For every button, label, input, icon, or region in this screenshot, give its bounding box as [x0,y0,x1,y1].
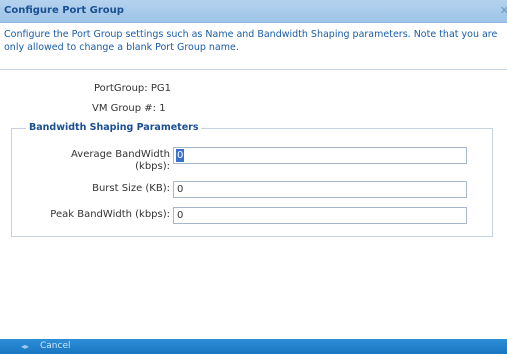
average-bandwidth-label: Average BandWidth (kbps): [30,149,170,173]
cancel-button[interactable]: Cancel [40,341,71,351]
vm-group-row: VM Group #: 1 [92,103,166,114]
peak-bandwidth-label: Peak BandWidth (kbps): [50,209,170,220]
close-icon[interactable]: ✕ [500,4,507,17]
vm-group-value: 1 [159,103,166,114]
dialog-title-bar: Configure Port Group ✕ [0,0,507,23]
burst-size-label: Burst Size (KB): [92,183,170,194]
average-bandwidth-selected-value: 0 [177,150,184,161]
configure-port-group-dialog: Configure Port Group ✕ Configure the Por… [0,0,507,354]
bandwidth-legend: Bandwidth Shaping Parameters [26,122,202,133]
vm-group-label: VM Group #: [92,103,157,114]
port-group-value: PG1 [150,83,171,94]
average-bandwidth-input[interactable] [173,147,467,164]
average-bandwidth-label-line2: (kbps): [135,161,170,172]
average-bandwidth-label-line1: Average BandWidth [71,149,170,160]
port-group-label: PortGroup: [94,83,148,94]
divider [0,69,507,70]
port-group-row: PortGroup: PG1 [94,83,171,94]
peak-bandwidth-input[interactable] [173,207,467,224]
dialog-footer: ◂▸ Cancel [0,339,507,354]
separator-icon: ◂▸ [21,342,30,351]
burst-size-input[interactable] [173,181,467,198]
intro-text: Configure the Port Group settings such a… [4,29,498,53]
dialog-title: Configure Port Group [4,5,124,16]
